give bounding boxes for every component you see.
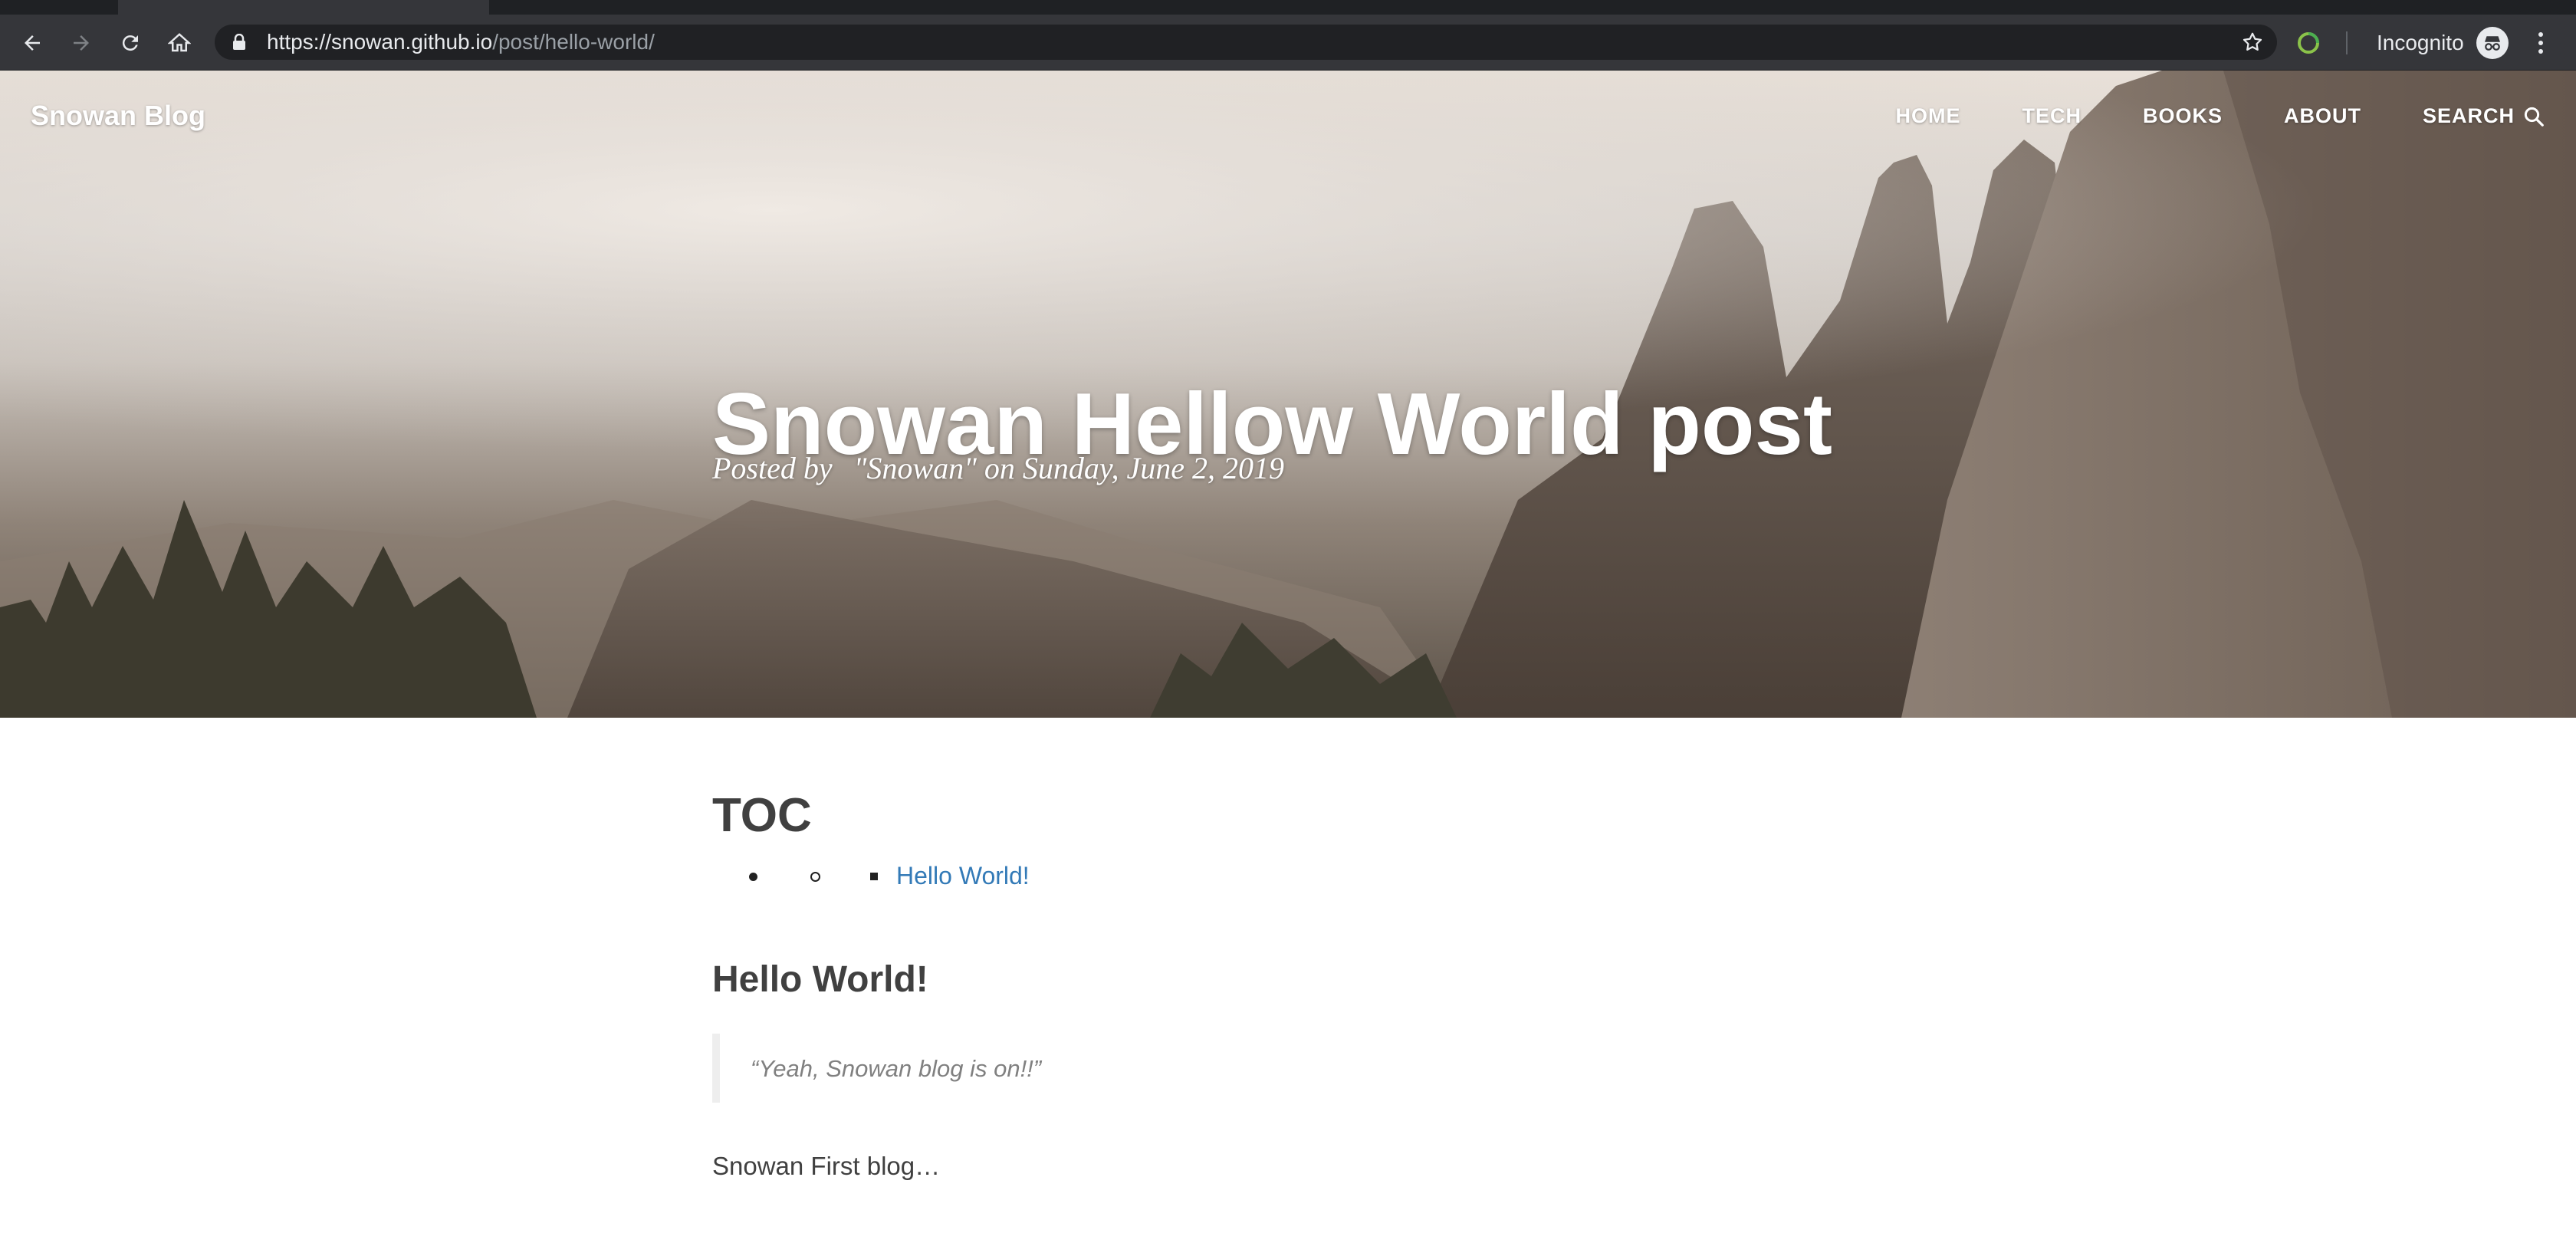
nav-home[interactable]: HOME — [1895, 104, 1960, 128]
browser-toolbar: https://snowan.github.io/post/hello-worl… — [0, 15, 2576, 71]
nav-tech[interactable]: TECH — [2022, 104, 2082, 128]
nav-search[interactable]: SEARCH — [2423, 104, 2545, 128]
tab-strip — [0, 0, 2576, 15]
forward-button[interactable] — [57, 15, 106, 71]
toc-list: Hello World! — [712, 862, 1172, 893]
toc-link-hello-world[interactable]: Hello World! — [896, 862, 1030, 890]
blockquote: “Yeah, Snowan blog is on!!” — [712, 1034, 1172, 1103]
toc-bullet-circle — [810, 872, 820, 882]
reload-button[interactable] — [106, 15, 155, 71]
incognito-profile-button[interactable] — [2476, 27, 2509, 59]
back-button[interactable] — [8, 15, 57, 71]
nav-books[interactable]: BOOKS — [2143, 104, 2223, 128]
bookmark-button[interactable] — [2239, 28, 2266, 56]
post-meta: Posted by "Snowan" on Sunday, June 2, 2019 — [712, 450, 1284, 486]
extension-icon[interactable] — [2295, 30, 2321, 56]
main-nav: HOME TECH BOOKS ABOUT SEARCH — [1834, 104, 2545, 128]
toolbar-separator — [2346, 31, 2348, 54]
post-paragraph: Snowan First blog… — [712, 1152, 941, 1180]
post-date: on Sunday, June 2, 2019 — [984, 451, 1284, 485]
forward-arrow-icon — [74, 35, 89, 51]
toc-bullet-disc — [749, 873, 757, 881]
section-heading-hello-world: Hello World! — [712, 959, 928, 1000]
toc-bullet-square — [870, 873, 878, 880]
more-menu-icon[interactable] — [2527, 27, 2555, 59]
nav-search-label: SEARCH — [2422, 104, 2515, 127]
post-meta-prefix: Posted by — [712, 451, 833, 485]
bookmark-star-icon — [2242, 32, 2262, 51]
search-icon — [2524, 107, 2544, 127]
quote-text: “Yeah, Snowan blog is on!!” — [751, 1055, 1042, 1082]
home-button[interactable] — [155, 15, 204, 71]
url-text: https://snowan.github.io/post/hello-worl… — [267, 25, 655, 60]
address-bar[interactable]: https://snowan.github.io/post/hello-worl… — [215, 25, 2277, 60]
reload-icon — [122, 35, 138, 51]
incognito-icon — [2485, 36, 2500, 51]
active-tab[interactable] — [118, 0, 489, 15]
nav-about[interactable]: ABOUT — [2284, 104, 2361, 128]
site-title[interactable]: Snowan Blog — [31, 100, 205, 132]
home-icon — [168, 32, 191, 51]
back-arrow-icon — [25, 35, 40, 51]
lock-icon — [233, 34, 245, 50]
url-host: https://snowan.github.io — [267, 30, 493, 54]
url-path: /post/hello-world/ — [492, 30, 655, 54]
post-header-hero: Snowan Blog HOME TECH BOOKS ABOUT SEARCH… — [0, 71, 2576, 718]
toc-heading: TOC — [712, 789, 812, 842]
post-author: "Snowan" — [853, 451, 977, 485]
incognito-label: Incognito — [2377, 31, 2464, 54]
